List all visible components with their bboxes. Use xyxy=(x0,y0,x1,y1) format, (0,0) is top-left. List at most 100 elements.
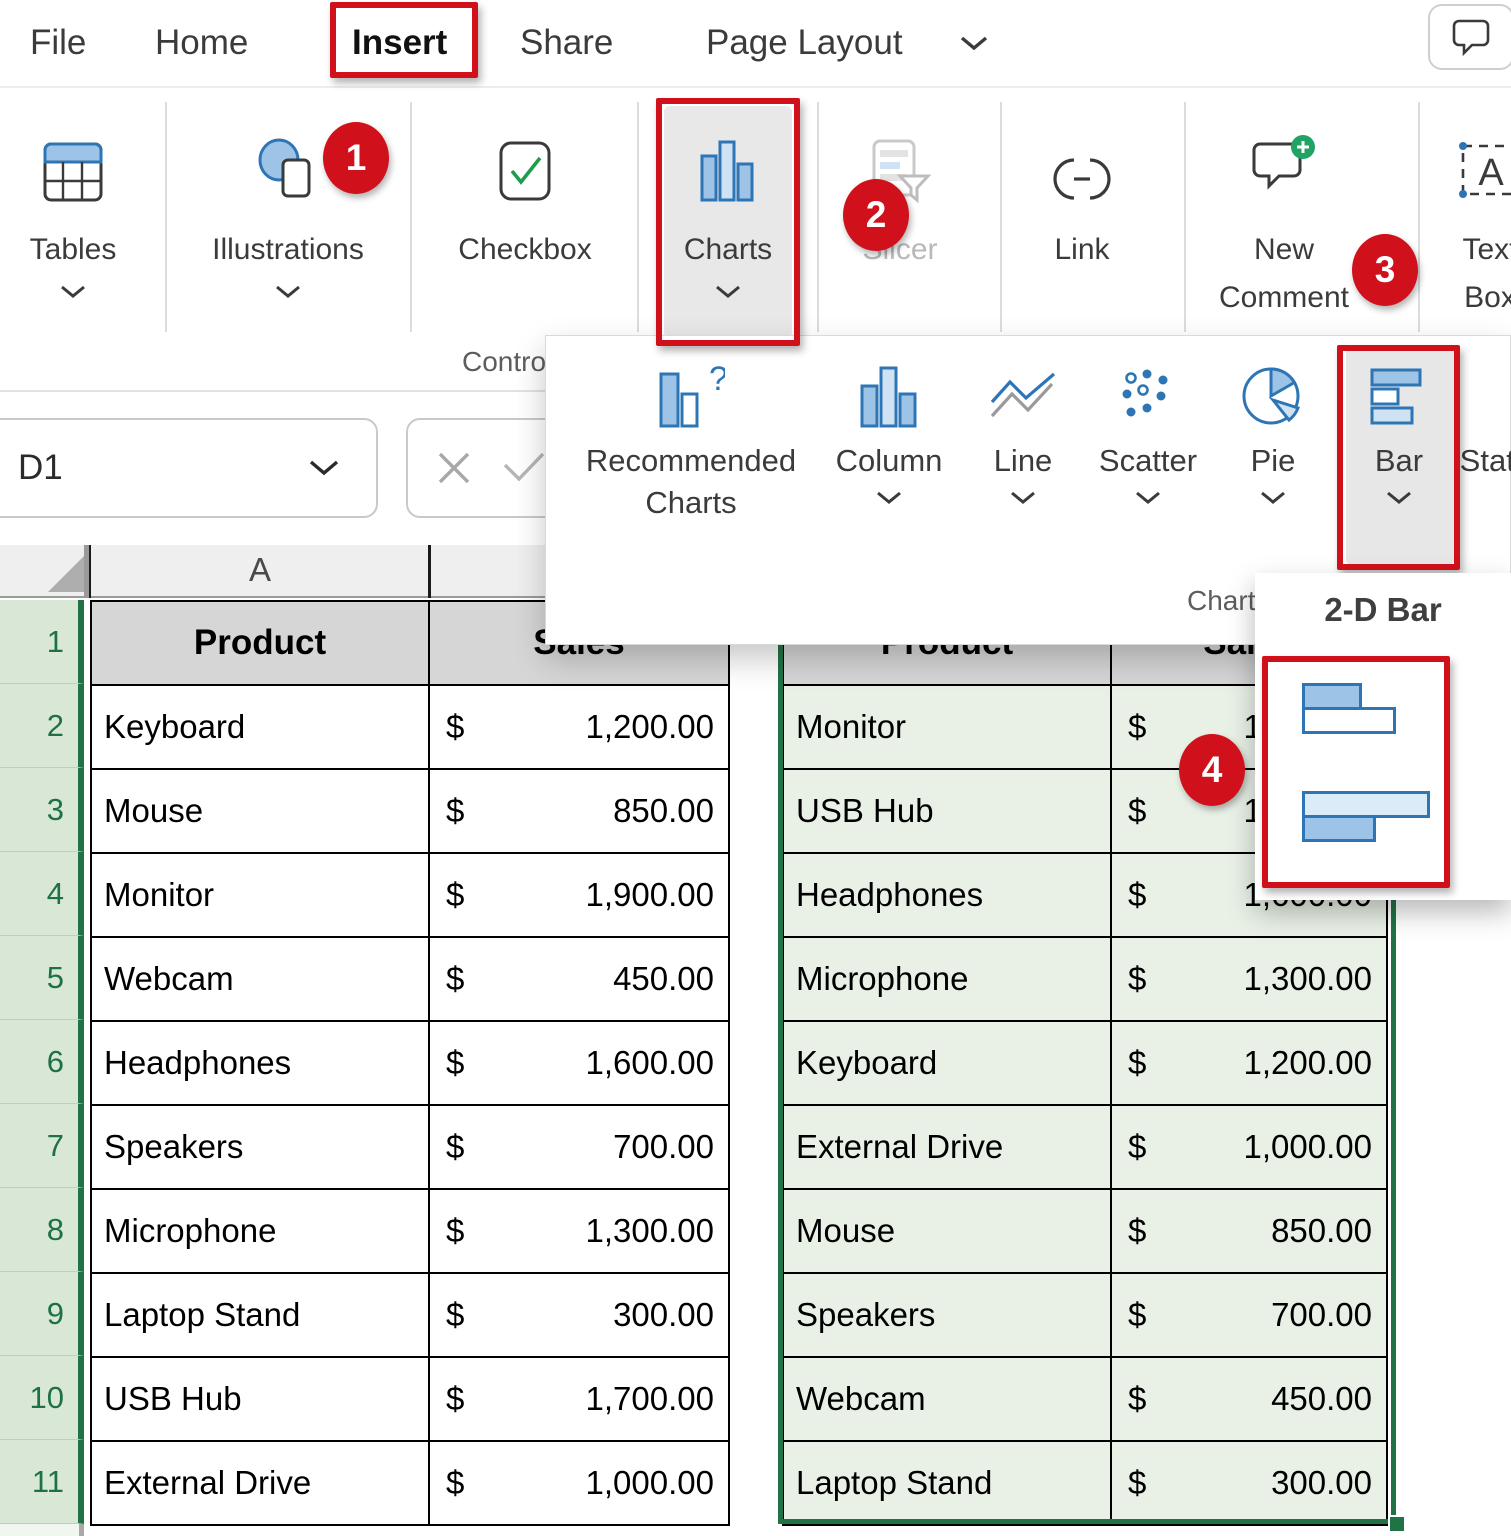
chevron-down-icon xyxy=(308,458,340,478)
flyout-title: 2-D Bar xyxy=(1255,591,1511,629)
table-row: USB Hub$1,700.00 xyxy=(92,1358,730,1442)
row-header-7[interactable]: 7 xyxy=(0,1104,84,1188)
table-row: Keyboard$1,200.00 xyxy=(92,686,730,770)
sales-cell[interactable]: $1,300.00 xyxy=(1112,938,1388,1022)
tab-page-layout[interactable]: Page Layout xyxy=(706,0,989,86)
product-cell[interactable]: Webcam xyxy=(784,1358,1112,1442)
sales-cell[interactable]: $1,200.00 xyxy=(430,686,730,770)
product-cell[interactable]: Monitor xyxy=(784,686,1112,770)
product-cell[interactable]: Keyboard xyxy=(784,1022,1112,1106)
row-header-8[interactable]: 8 xyxy=(0,1188,84,1272)
enter-check-icon[interactable] xyxy=(502,451,546,485)
annotation-box-2d-bar xyxy=(1262,656,1450,888)
step-badge-2: 2 xyxy=(843,179,909,251)
statistical-chart-item[interactable]: Statistical xyxy=(1466,336,1511,482)
tab-file[interactable]: File xyxy=(30,0,86,86)
row-header-4[interactable]: 4 xyxy=(0,852,84,936)
product-cell[interactable]: Mouse xyxy=(92,770,430,854)
name-box-value: D1 xyxy=(0,448,308,488)
column-chart-icon xyxy=(859,362,919,428)
menu-bar: File Home Insert Share Page Layout xyxy=(0,0,1511,88)
row-header-6[interactable]: 6 xyxy=(0,1020,84,1104)
product-cell[interactable]: Laptop Stand xyxy=(784,1442,1112,1526)
sales-cell[interactable]: $1,700.00 xyxy=(430,1358,730,1442)
sales-cell[interactable]: $300.00 xyxy=(1112,1442,1388,1526)
sales-cell[interactable]: $1,600.00 xyxy=(430,1022,730,1106)
column-boundary[interactable] xyxy=(428,545,431,598)
ribbon-separator xyxy=(165,102,167,332)
product-cell[interactable]: Speakers xyxy=(784,1274,1112,1358)
tables-button[interactable]: Tables xyxy=(8,88,138,299)
product-cell[interactable]: Microphone xyxy=(92,1190,430,1274)
comments-button[interactable] xyxy=(1428,4,1511,70)
link-button[interactable]: Link xyxy=(1040,88,1124,274)
product-cell[interactable]: USB Hub xyxy=(784,770,1112,854)
column-header-a[interactable]: A xyxy=(90,551,430,589)
corner-border xyxy=(84,545,89,598)
select-all-corner[interactable] xyxy=(48,556,84,592)
product-cell[interactable]: Headphones xyxy=(784,854,1112,938)
excel-window: File Home Insert Share Page Layout xyxy=(0,0,1511,1536)
pie-chart-item[interactable]: Pie xyxy=(1238,336,1308,505)
row-header-2[interactable]: 2 xyxy=(0,684,84,768)
row-header-11[interactable]: 11 xyxy=(0,1440,84,1524)
line-chart-icon xyxy=(988,362,1058,428)
row-header-3[interactable]: 3 xyxy=(0,768,84,852)
sales-cell[interactable]: $1,000.00 xyxy=(1112,1106,1388,1190)
table-row: Headphones$1,600.00 xyxy=(92,1022,730,1106)
svg-text:A: A xyxy=(1478,152,1504,194)
table-row: Keyboard$1,200.00 xyxy=(784,1022,1388,1106)
line-chart-item[interactable]: Line xyxy=(978,336,1068,505)
annotation-box-insert-tab xyxy=(330,2,478,78)
sales-cell[interactable]: $1,000.00 xyxy=(430,1442,730,1526)
scatter-chart-icon xyxy=(1117,362,1179,428)
new-comment-button[interactable]: NewComment xyxy=(1200,88,1368,322)
ribbon-separator xyxy=(1000,102,1002,332)
slicer-button[interactable]: Slicer xyxy=(838,88,962,274)
sales-cell[interactable]: $700.00 xyxy=(1112,1274,1388,1358)
recommended-charts-icon: ? xyxy=(657,362,725,428)
table-row: External Drive$1,000.00 xyxy=(784,1106,1388,1190)
column-chart-item[interactable]: Column xyxy=(834,336,944,505)
table-row: Mouse$850.00 xyxy=(92,770,730,854)
product-cell[interactable]: USB Hub xyxy=(92,1358,430,1442)
sales-cell[interactable]: $1,900.00 xyxy=(430,854,730,938)
product-cell[interactable]: Headphones xyxy=(92,1022,430,1106)
tab-share[interactable]: Share xyxy=(520,0,613,86)
text-box-button[interactable]: A TextBox xyxy=(1440,88,1511,322)
product-cell[interactable]: Webcam xyxy=(92,938,430,1022)
row-header-5[interactable]: 5 xyxy=(0,936,84,1020)
step-badge-1: 1 xyxy=(323,122,389,194)
sales-cell[interactable]: $850.00 xyxy=(1112,1190,1388,1274)
product-cell[interactable]: Mouse xyxy=(784,1190,1112,1274)
scatter-chart-item[interactable]: Scatter xyxy=(1086,336,1210,505)
product-cell[interactable]: Speakers xyxy=(92,1106,430,1190)
product-cell[interactable]: External Drive xyxy=(784,1106,1112,1190)
fill-handle[interactable] xyxy=(1388,1515,1406,1533)
product-cell[interactable]: Microphone xyxy=(784,938,1112,1022)
product-cell[interactable]: Laptop Stand xyxy=(92,1274,430,1358)
text-box-icon: A xyxy=(1453,126,1511,204)
product-cell[interactable]: External Drive xyxy=(92,1442,430,1526)
sales-cell[interactable]: $1,300.00 xyxy=(430,1190,730,1274)
sales-cell[interactable]: $450.00 xyxy=(1112,1358,1388,1442)
row-header-12[interactable] xyxy=(0,1524,84,1536)
cancel-icon[interactable] xyxy=(434,448,474,488)
sales-cell[interactable]: $450.00 xyxy=(430,938,730,1022)
sales-cell[interactable]: $850.00 xyxy=(430,770,730,854)
sales-cell[interactable]: $700.00 xyxy=(430,1106,730,1190)
sales-cell[interactable]: $300.00 xyxy=(430,1274,730,1358)
row-header-1[interactable]: 1 xyxy=(0,600,84,684)
recommended-charts-item[interactable]: ? RecommendedCharts xyxy=(591,336,791,524)
row-header-10[interactable]: 10 xyxy=(0,1356,84,1440)
row-header-9[interactable]: 9 xyxy=(0,1272,84,1356)
product-cell[interactable]: Monitor xyxy=(92,854,430,938)
checkbox-button[interactable]: Checkbox xyxy=(440,88,610,274)
product-cell[interactable]: Keyboard xyxy=(92,686,430,770)
sales-cell[interactable]: $1,200.00 xyxy=(1112,1022,1388,1106)
left-sales-table: ProductSalesKeyboard$1,200.00Mouse$850.0… xyxy=(90,600,730,1526)
tab-home[interactable]: Home xyxy=(155,0,248,86)
chevron-down-icon xyxy=(1135,490,1161,505)
table-row: Webcam$450.00 xyxy=(784,1358,1388,1442)
name-box[interactable]: D1 xyxy=(0,418,378,518)
